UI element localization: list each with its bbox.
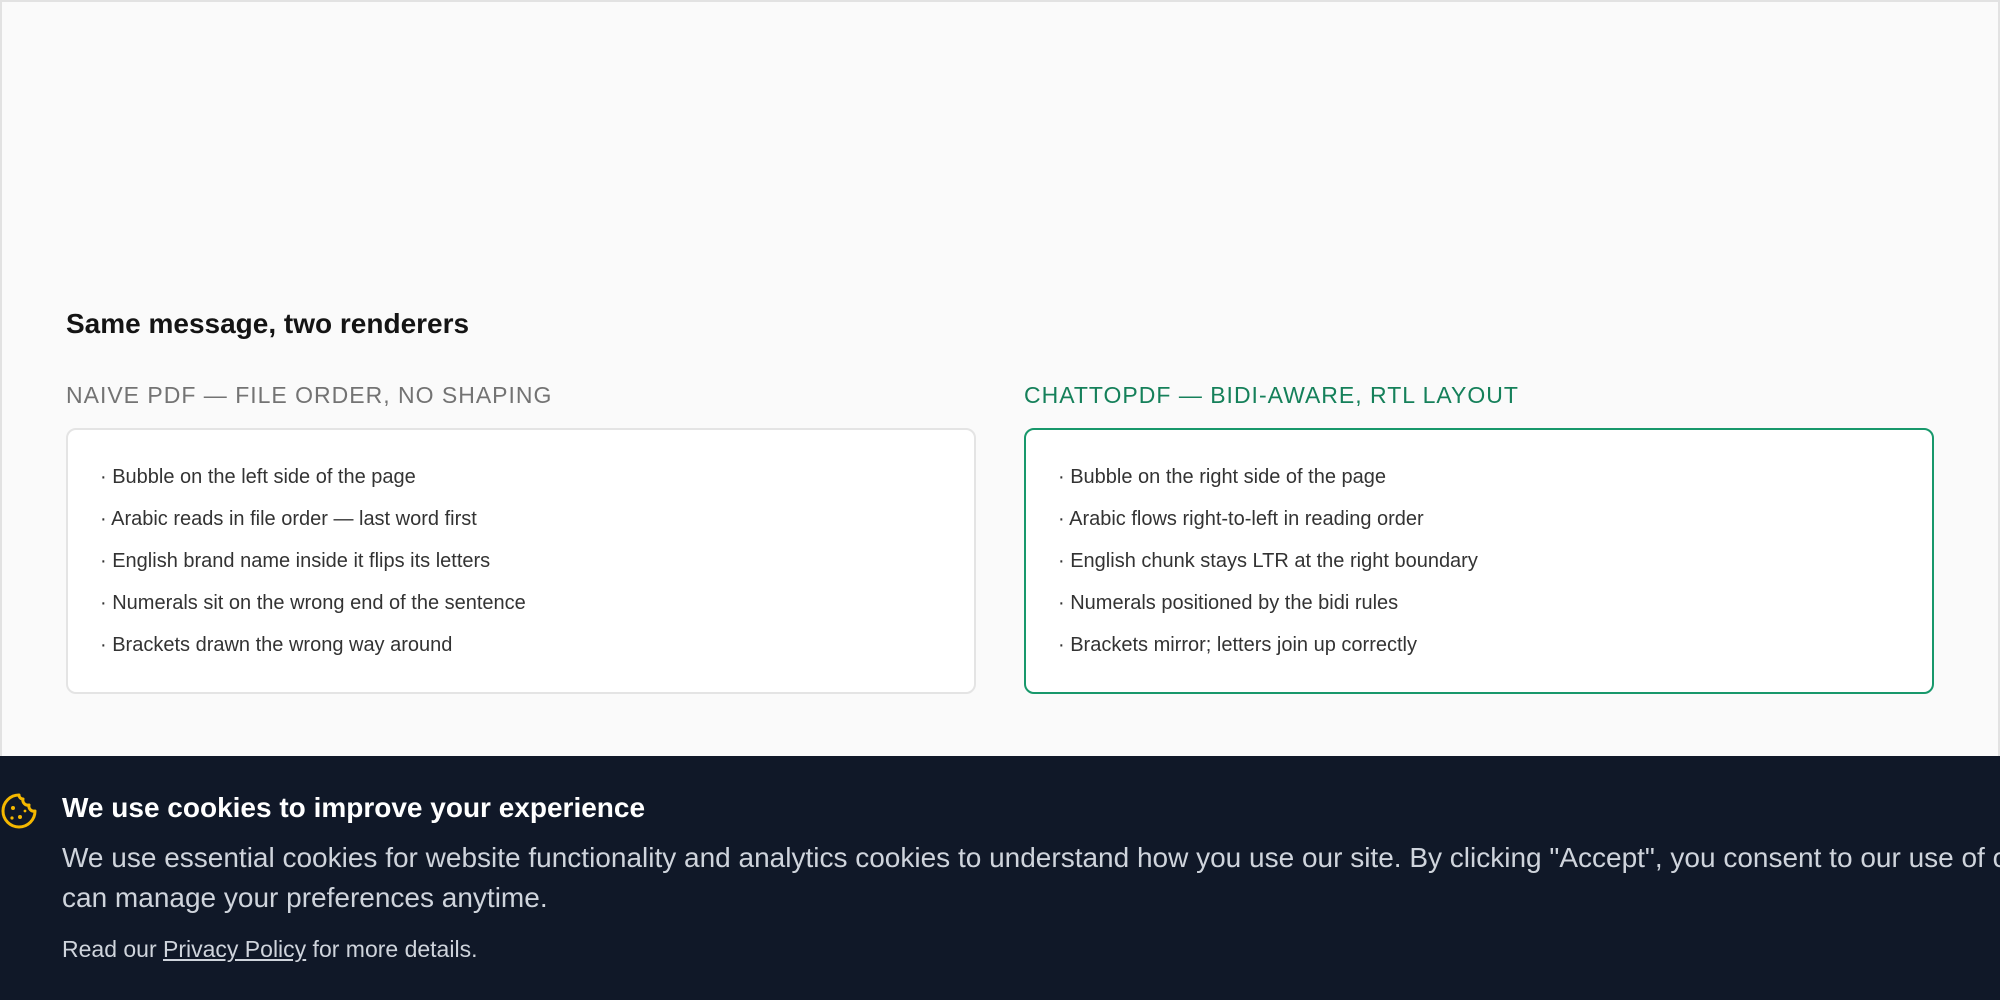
list-item: · Numerals sit on the wrong end of the s… [100, 592, 526, 614]
list-item: · Arabic reads in file order — last word… [100, 508, 477, 530]
list-item: · English chunk stays LTR at the right b… [1058, 550, 1478, 572]
list-item: · Arabic flows right-to-left in reading … [1058, 508, 1424, 530]
naive-pdf-card: · Bubble on the left side of the page · … [66, 428, 976, 694]
cookie-title: We use cookies to improve your experienc… [62, 792, 646, 823]
cookie-more-prefix: Read our [62, 936, 164, 962]
naive-feature-list: · Bubble on the left side of the page · … [100, 464, 974, 674]
cookie-banner: We use cookies to improve your experienc… [0, 756, 2000, 1000]
list-item: · Numerals positioned by the bidi rules [1058, 592, 1399, 614]
section-title: Same message, two renderers [66, 308, 470, 339]
cookie-description: We use essential cookies for website fun… [62, 842, 2000, 913]
naive-column-label: NAIVE PDF — FILE ORDER, NO SHAPING [66, 382, 553, 408]
cookie-more-suffix: for more details. [306, 936, 478, 962]
chattopdf-feature-list: · Bubble on the right side of the page ·… [1058, 464, 1932, 674]
privacy-policy-link[interactable]: Privacy Policy [163, 936, 306, 962]
list-item: · Brackets mirror; letters join up corre… [1058, 634, 1417, 656]
list-item: · Bubble on the right side of the page [1058, 466, 1387, 488]
list-item: · English brand name inside it flips its… [100, 550, 491, 572]
cookie-icon [0, 792, 38, 830]
list-item: · Bubble on the left side of the page [100, 466, 416, 488]
chattopdf-card: · Bubble on the right side of the page ·… [1024, 428, 1934, 694]
list-item: · Brackets drawn the wrong way around [100, 634, 453, 656]
chattopdf-column-label: CHATTOPDF — BIDI-AWARE, RTL LAYOUT [1024, 382, 1519, 408]
cookie-more-details: Read our Privacy Policy for more details… [62, 936, 477, 963]
